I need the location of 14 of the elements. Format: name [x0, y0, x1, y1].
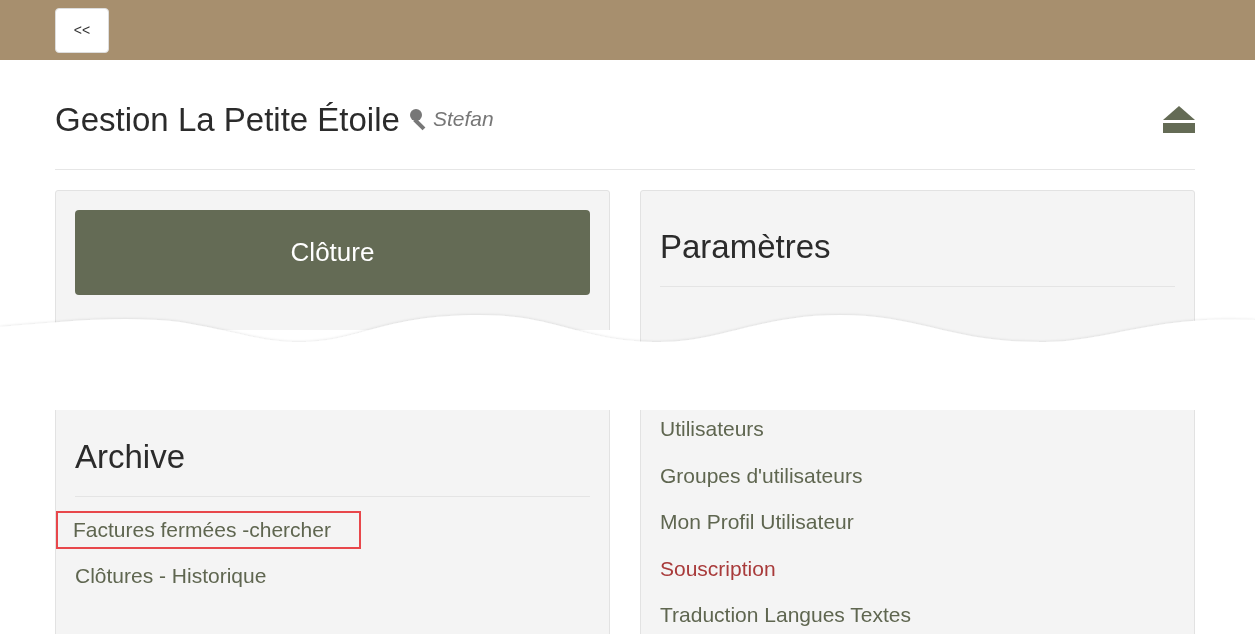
eject-icon[interactable]	[1163, 105, 1195, 134]
settings-link[interactable]: Souscription	[660, 545, 776, 592]
card-title: Paramètres	[660, 210, 1175, 287]
user-name: Stefan	[432, 106, 494, 131]
archive-link[interactable]: Clôtures - Historique	[75, 553, 267, 600]
settings-link[interactable]: Utilisateurs	[660, 406, 764, 453]
settings-link[interactable]: Groupes d'utilisateurs	[660, 452, 863, 499]
card-title: Archive	[75, 420, 590, 497]
page-title: Gestion La Petite Étoile	[55, 100, 400, 139]
settings-link[interactable]: Mon Profil Utilisateur	[660, 499, 854, 546]
archive-link[interactable]: Factures fermées -chercher	[56, 511, 361, 549]
settings-link[interactable]: Traduction Langues Textes	[660, 592, 911, 634]
back-button[interactable]: <<	[55, 7, 109, 53]
closing-button[interactable]: Clôture	[75, 210, 590, 295]
